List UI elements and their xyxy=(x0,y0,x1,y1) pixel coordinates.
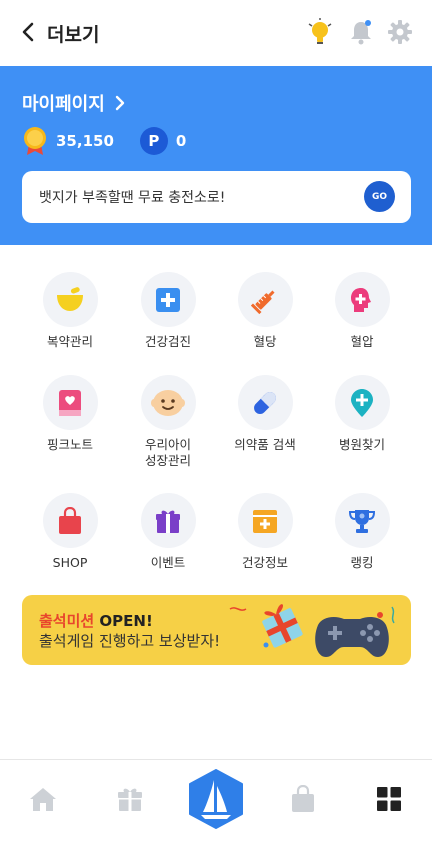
app-header: 더보기 xyxy=(0,0,432,66)
mypage-label: 마이페이지 xyxy=(22,94,105,115)
menu-blood-pressure[interactable]: 혈압 xyxy=(312,272,412,350)
syringe-icon xyxy=(237,272,293,327)
gift-box-icon xyxy=(140,493,196,548)
banner-title: 출석미션 OPEN! xyxy=(39,610,153,631)
medal-icon xyxy=(22,126,48,156)
grid-icon[interactable] xyxy=(372,782,406,816)
menu-checkup[interactable]: 건강검진 xyxy=(118,272,218,350)
page-title: 더보기 xyxy=(47,24,100,46)
head-plus-icon xyxy=(334,272,390,327)
home-icon[interactable] xyxy=(26,782,60,816)
medical-cross-icon xyxy=(140,272,196,327)
menu-label: 혈당 xyxy=(253,334,277,349)
badge-charge-text: 뱃지가 부족할땐 무료 충전소로! xyxy=(39,190,226,206)
menu-drug-search[interactable]: 의약품 검색 xyxy=(215,375,315,453)
menu-event[interactable]: 이벤트 xyxy=(118,493,218,571)
shopping-bag-icon xyxy=(42,493,98,548)
back-arrow-icon[interactable] xyxy=(14,18,42,46)
menu-label: 혈압 xyxy=(350,334,374,349)
heart-note-icon xyxy=(42,375,98,430)
chevron-right-icon xyxy=(115,95,125,111)
menu-label: 랭킹 xyxy=(350,555,374,570)
location-pin-icon xyxy=(334,375,390,430)
p-point-value: 0 xyxy=(175,132,187,150)
capsule-icon xyxy=(237,375,293,430)
banner-highlight: 출석미션 xyxy=(39,612,95,630)
point-row: 35,150 P 0 xyxy=(22,126,186,156)
baby-face-icon xyxy=(140,375,196,430)
menu-health-info[interactable]: 건강정보 xyxy=(215,493,315,571)
menu-label: 의약품 검색 xyxy=(234,437,296,452)
menu-label: 복약관리 xyxy=(46,334,93,349)
p-point-badge: P xyxy=(139,127,168,155)
menu-child-growth[interactable]: 우리아이 성장관리 xyxy=(118,375,218,469)
gift-icon[interactable] xyxy=(113,782,147,816)
menu-label: 건강정보 xyxy=(241,555,288,570)
point-value: 35,150 xyxy=(56,132,114,150)
menu-label: 건강검진 xyxy=(144,334,191,349)
pill-bowl-icon xyxy=(42,272,98,327)
game-controller-gift-illustration xyxy=(229,604,395,657)
menu-label: 이벤트 xyxy=(150,555,186,570)
badge-charge-box[interactable]: 뱃지가 부족할땐 무료 충전소로! GO xyxy=(22,171,411,223)
gear-icon[interactable] xyxy=(386,18,414,46)
menu-label: 핑크노트 xyxy=(46,437,93,452)
sailboat-icon[interactable] xyxy=(187,768,245,830)
trophy-icon xyxy=(334,493,390,548)
banner-open: OPEN! xyxy=(94,612,153,630)
menu-label: SHOP xyxy=(52,555,88,570)
menu-label: 우리아이 성장관리 xyxy=(144,437,191,468)
banner-subtitle: 출석게임 진행하고 보상받자! xyxy=(39,632,221,650)
menu-blood-sugar[interactable]: 혈당 xyxy=(215,272,315,350)
go-button[interactable]: GO xyxy=(364,181,395,212)
menu-shop[interactable]: SHOP xyxy=(20,493,120,571)
bottom-navigation xyxy=(0,759,432,845)
menu-hospital-finder[interactable]: 병원찾기 xyxy=(312,375,412,453)
calendar-plus-icon xyxy=(237,493,293,548)
bell-icon[interactable] xyxy=(347,18,375,46)
menu-medication[interactable]: 복약관리 xyxy=(20,272,120,350)
lightbulb-icon[interactable] xyxy=(306,18,334,46)
menu-label: 병원찾기 xyxy=(338,437,385,452)
profile-section: 마이페이지 35,150 P 0 뱃지가 부족할땐 무료 충전소로! GO xyxy=(0,66,432,245)
attendance-mission-banner[interactable]: 출석미션 OPEN! 출석게임 진행하고 보상받자! xyxy=(22,595,411,665)
mypage-link[interactable]: 마이페이지 xyxy=(22,90,125,116)
menu-ranking[interactable]: 랭킹 xyxy=(312,493,412,571)
shopping-bag-icon[interactable] xyxy=(286,782,320,816)
menu-pink-note[interactable]: 핑크노트 xyxy=(20,375,120,453)
